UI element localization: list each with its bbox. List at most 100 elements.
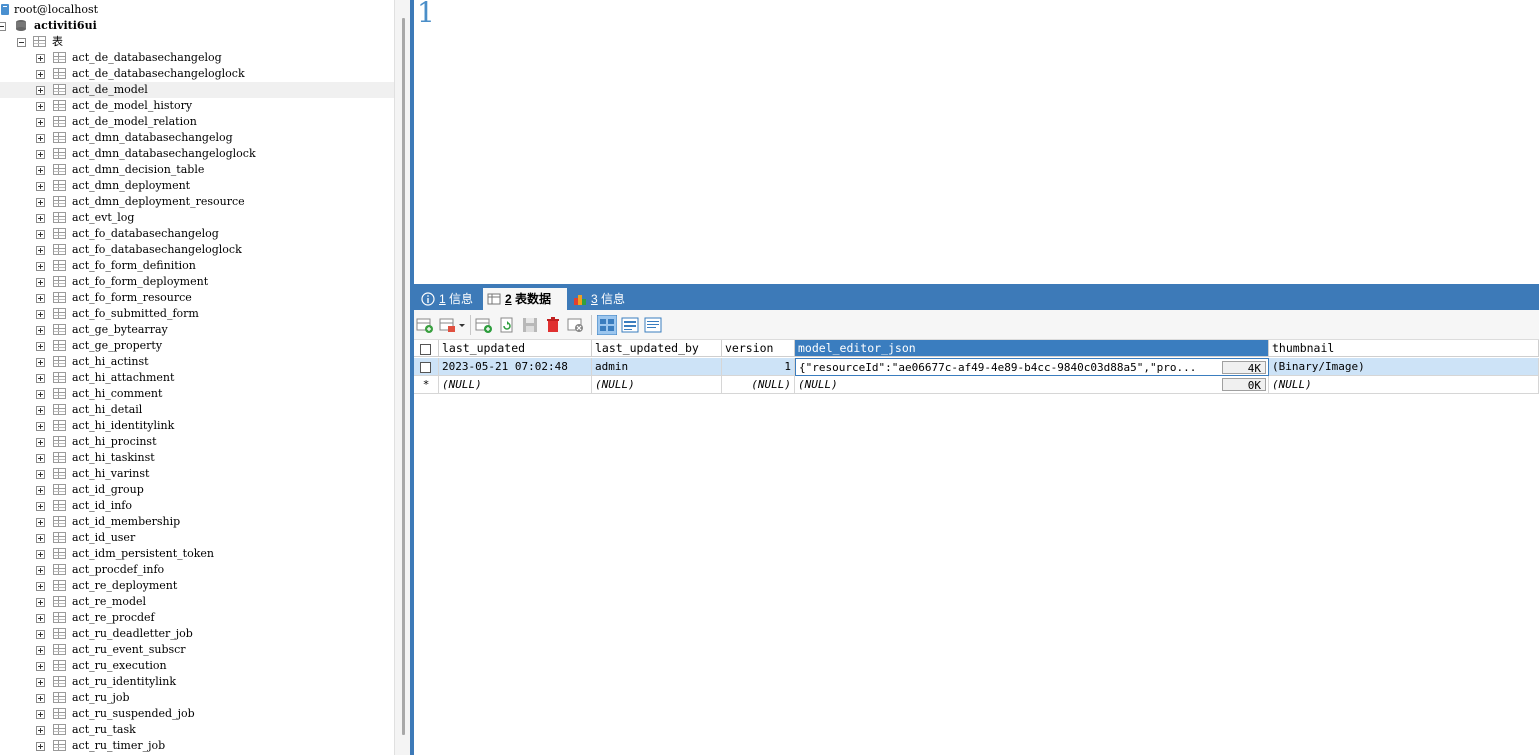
- expand-icon[interactable]: [36, 502, 45, 511]
- expand-icon[interactable]: [36, 166, 45, 175]
- tree-table-item[interactable]: act_ru_task: [0, 722, 394, 738]
- header-select-all[interactable]: [414, 340, 439, 357]
- expand-icon[interactable]: [36, 678, 45, 687]
- tree-table-item[interactable]: act_ru_execution: [0, 658, 394, 674]
- cell-last-updated-by[interactable]: (NULL): [592, 376, 722, 394]
- blob-size-button[interactable]: 4K: [1222, 361, 1266, 375]
- tree-table-item[interactable]: act_dmn_deployment_resource: [0, 194, 394, 210]
- expand-icon[interactable]: [36, 406, 45, 415]
- tree-table-item[interactable]: act_dmn_databasechangelog: [0, 130, 394, 146]
- expand-icon[interactable]: [36, 326, 45, 335]
- tree-table-item[interactable]: act_fo_submitted_form: [0, 306, 394, 322]
- cell-version[interactable]: 1: [722, 358, 795, 376]
- select-all-checkbox[interactable]: [420, 344, 431, 355]
- tree-table-item[interactable]: act_dmn_deployment: [0, 178, 394, 194]
- expand-icon[interactable]: [36, 150, 45, 159]
- tree-table-item[interactable]: act_ge_property: [0, 338, 394, 354]
- expand-icon[interactable]: [36, 86, 45, 95]
- expand-icon[interactable]: [36, 294, 45, 303]
- delete-icon[interactable]: [544, 316, 562, 334]
- tree-table-item[interactable]: act_evt_log: [0, 210, 394, 226]
- expand-icon[interactable]: [36, 486, 45, 495]
- tree-table-item[interactable]: act_id_group: [0, 482, 394, 498]
- expand-icon[interactable]: [36, 518, 45, 527]
- cell-last-updated[interactable]: (NULL): [439, 376, 592, 394]
- tree-table-item[interactable]: act_hi_procinst: [0, 434, 394, 450]
- cell-thumbnail[interactable]: (NULL): [1269, 376, 1539, 394]
- tree-table-item[interactable]: act_id_membership: [0, 514, 394, 530]
- tab-info-1[interactable]: 1 信息: [417, 288, 483, 310]
- expand-icon[interactable]: [36, 582, 45, 591]
- expand-icon[interactable]: [36, 246, 45, 255]
- export-icon[interactable]: [439, 316, 457, 334]
- tree-table-item[interactable]: act_de_databasechangelog: [0, 50, 394, 66]
- scrollbar-thumb[interactable]: [402, 18, 405, 735]
- cell-last-updated[interactable]: 2023-05-21 07:02:48: [439, 358, 592, 376]
- tree-table-item[interactable]: act_dmn_decision_table: [0, 162, 394, 178]
- expand-icon[interactable]: [36, 726, 45, 735]
- expand-icon[interactable]: [36, 358, 45, 367]
- column-header-version[interactable]: version: [722, 340, 795, 357]
- tree-table-item[interactable]: act_de_model: [0, 82, 394, 98]
- blob-size-button[interactable]: 0K: [1222, 378, 1266, 392]
- tree-table-item[interactable]: act_de_model_history: [0, 98, 394, 114]
- expand-icon[interactable]: [36, 742, 45, 751]
- import-icon[interactable]: [416, 316, 434, 334]
- expand-icon[interactable]: [36, 566, 45, 575]
- query-editor[interactable]: 1: [414, 0, 1539, 284]
- add-row-icon[interactable]: [475, 316, 493, 334]
- expand-icon[interactable]: [36, 342, 45, 351]
- expand-icon[interactable]: [36, 54, 45, 63]
- tab-info-3[interactable]: 3 信息: [569, 288, 635, 310]
- expand-icon[interactable]: [36, 454, 45, 463]
- tree-table-item[interactable]: act_ru_job: [0, 690, 394, 706]
- expand-icon[interactable]: [36, 134, 45, 143]
- cell-last-updated-by[interactable]: admin: [592, 358, 722, 376]
- expand-icon[interactable]: [36, 230, 45, 239]
- expand-icon[interactable]: [36, 198, 45, 207]
- form-view-icon[interactable]: [621, 316, 639, 334]
- expand-icon[interactable]: [36, 118, 45, 127]
- tree-table-item[interactable]: act_hi_taskinst: [0, 450, 394, 466]
- tree-table-item[interactable]: act_re_deployment: [0, 578, 394, 594]
- collapse-icon[interactable]: [0, 22, 6, 31]
- tree-table-item[interactable]: act_ru_event_subscr: [0, 642, 394, 658]
- expand-icon[interactable]: [36, 422, 45, 431]
- expand-icon[interactable]: [36, 374, 45, 383]
- tree-table-item[interactable]: act_ru_identitylink: [0, 674, 394, 690]
- cell-thumbnail[interactable]: (Binary/Image): [1269, 358, 1539, 376]
- tree-table-item[interactable]: act_hi_identitylink: [0, 418, 394, 434]
- row-checkbox[interactable]: [420, 362, 431, 373]
- cancel-edit-icon[interactable]: [567, 316, 585, 334]
- cell-version[interactable]: (NULL): [722, 376, 795, 394]
- tree-table-item[interactable]: act_hi_varinst: [0, 466, 394, 482]
- expand-icon[interactable]: [36, 214, 45, 223]
- tree-server-node[interactable]: root@localhost: [0, 2, 394, 18]
- expand-icon[interactable]: [36, 598, 45, 607]
- tree-tables-folder[interactable]: 表: [0, 34, 394, 50]
- tree-table-item[interactable]: act_ru_suspended_job: [0, 706, 394, 722]
- column-header-last-updated-by[interactable]: last_updated_by: [592, 340, 722, 357]
- tab-table-data[interactable]: 2 表数据: [483, 288, 567, 310]
- grid-view-icon[interactable]: [597, 315, 617, 335]
- column-header-model-editor-json[interactable]: model_editor_json: [795, 340, 1269, 357]
- tree-table-item[interactable]: act_hi_comment: [0, 386, 394, 402]
- tree-table-item[interactable]: act_idm_persistent_token: [0, 546, 394, 562]
- tree-table-item[interactable]: act_dmn_databasechangeloglock: [0, 146, 394, 162]
- expand-icon[interactable]: [36, 438, 45, 447]
- save-icon[interactable]: [521, 316, 539, 334]
- refresh-icon[interactable]: [498, 316, 516, 334]
- expand-icon[interactable]: [36, 182, 45, 191]
- expand-icon[interactable]: [36, 310, 45, 319]
- cell-model-editor-json[interactable]: {"resourceId":"ae06677c-af49-4e89-b4cc-9…: [795, 358, 1269, 376]
- tree-table-item[interactable]: act_re_procdef: [0, 610, 394, 626]
- expand-icon[interactable]: [36, 70, 45, 79]
- tree-table-item[interactable]: act_hi_attachment: [0, 370, 394, 386]
- tree-table-item[interactable]: act_ru_deadletter_job: [0, 626, 394, 642]
- cell-model-editor-json[interactable]: (NULL) 0K: [795, 376, 1269, 394]
- column-header-last-updated[interactable]: last_updated: [439, 340, 592, 357]
- dropdown-arrow-icon[interactable]: [457, 316, 467, 334]
- tree-table-item[interactable]: act_ru_timer_job: [0, 738, 394, 754]
- tree-table-item[interactable]: act_id_info: [0, 498, 394, 514]
- tree-table-item[interactable]: act_fo_form_deployment: [0, 274, 394, 290]
